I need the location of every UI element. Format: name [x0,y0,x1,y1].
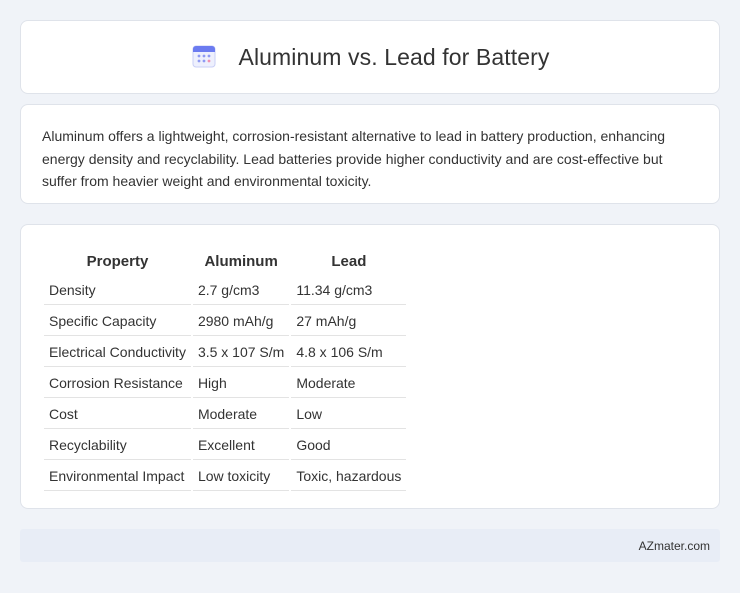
table-cell: 2.7 g/cm3 [192,276,290,305]
table-row: Cost Moderate Low [44,400,407,429]
table-cell: 4.8 x 106 S/m [291,338,407,367]
table-cell: Corrosion Resistance [44,369,191,398]
table-cell: 3.5 x 107 S/m [192,338,290,367]
table-row: Recyclability Excellent Good [44,431,407,460]
table-cell: Moderate [192,400,290,429]
table-row: Corrosion Resistance High Moderate [44,369,407,398]
table-cell: Good [291,431,407,460]
table-cell: Excellent [192,431,290,460]
calendar-icon [192,45,215,68]
table-header-row: Property Aluminum Lead [44,248,406,274]
comparison-table: Property Aluminum Lead Density 2.7 g/cm3… [42,246,408,493]
table-cell: Density [44,276,191,305]
table-row: Density 2.7 g/cm3 11.34 g/cm3 [44,276,407,305]
page-title: Aluminum vs. Lead for Battery [238,43,550,70]
table-row: Specific Capacity 2980 mAh/g 27 mAh/g [44,307,407,336]
description-card: Aluminum offers a lightweight, corrosion… [20,104,720,204]
table-cell: Environmental Impact [44,462,191,491]
table-cell: 11.34 g/cm3 [291,276,407,305]
title-card: Aluminum vs. Lead for Battery [20,20,720,94]
table-cell: 2980 mAh/g [192,307,290,336]
column-header: Lead [331,252,367,270]
footer-source-link[interactable]: AZmater.com [639,539,710,553]
footer: AZmater.com [20,529,720,562]
table-row: Environmental Impact Low toxicity Toxic,… [44,462,407,491]
table-cell: Cost [44,400,191,429]
table-cell: Recyclability [44,431,191,460]
table-cell: Low toxicity [192,462,290,491]
table-cell: Toxic, hazardous [291,462,407,491]
table-cell: High [192,369,290,398]
column-header: Aluminum [204,252,278,270]
description-text: Aluminum offers a lightweight, corrosion… [42,128,666,189]
table-row: Electrical Conductivity 3.5 x 107 S/m 4.… [44,338,407,367]
table-cell: Low [291,400,407,429]
table-cell: Specific Capacity [44,307,191,336]
table-cell: 27 mAh/g [291,307,407,336]
column-header: Property [86,252,149,270]
comparison-card: Property Aluminum Lead Density 2.7 g/cm3… [20,224,720,509]
table-cell: Electrical Conductivity [44,338,191,367]
table-cell: Moderate [291,369,407,398]
